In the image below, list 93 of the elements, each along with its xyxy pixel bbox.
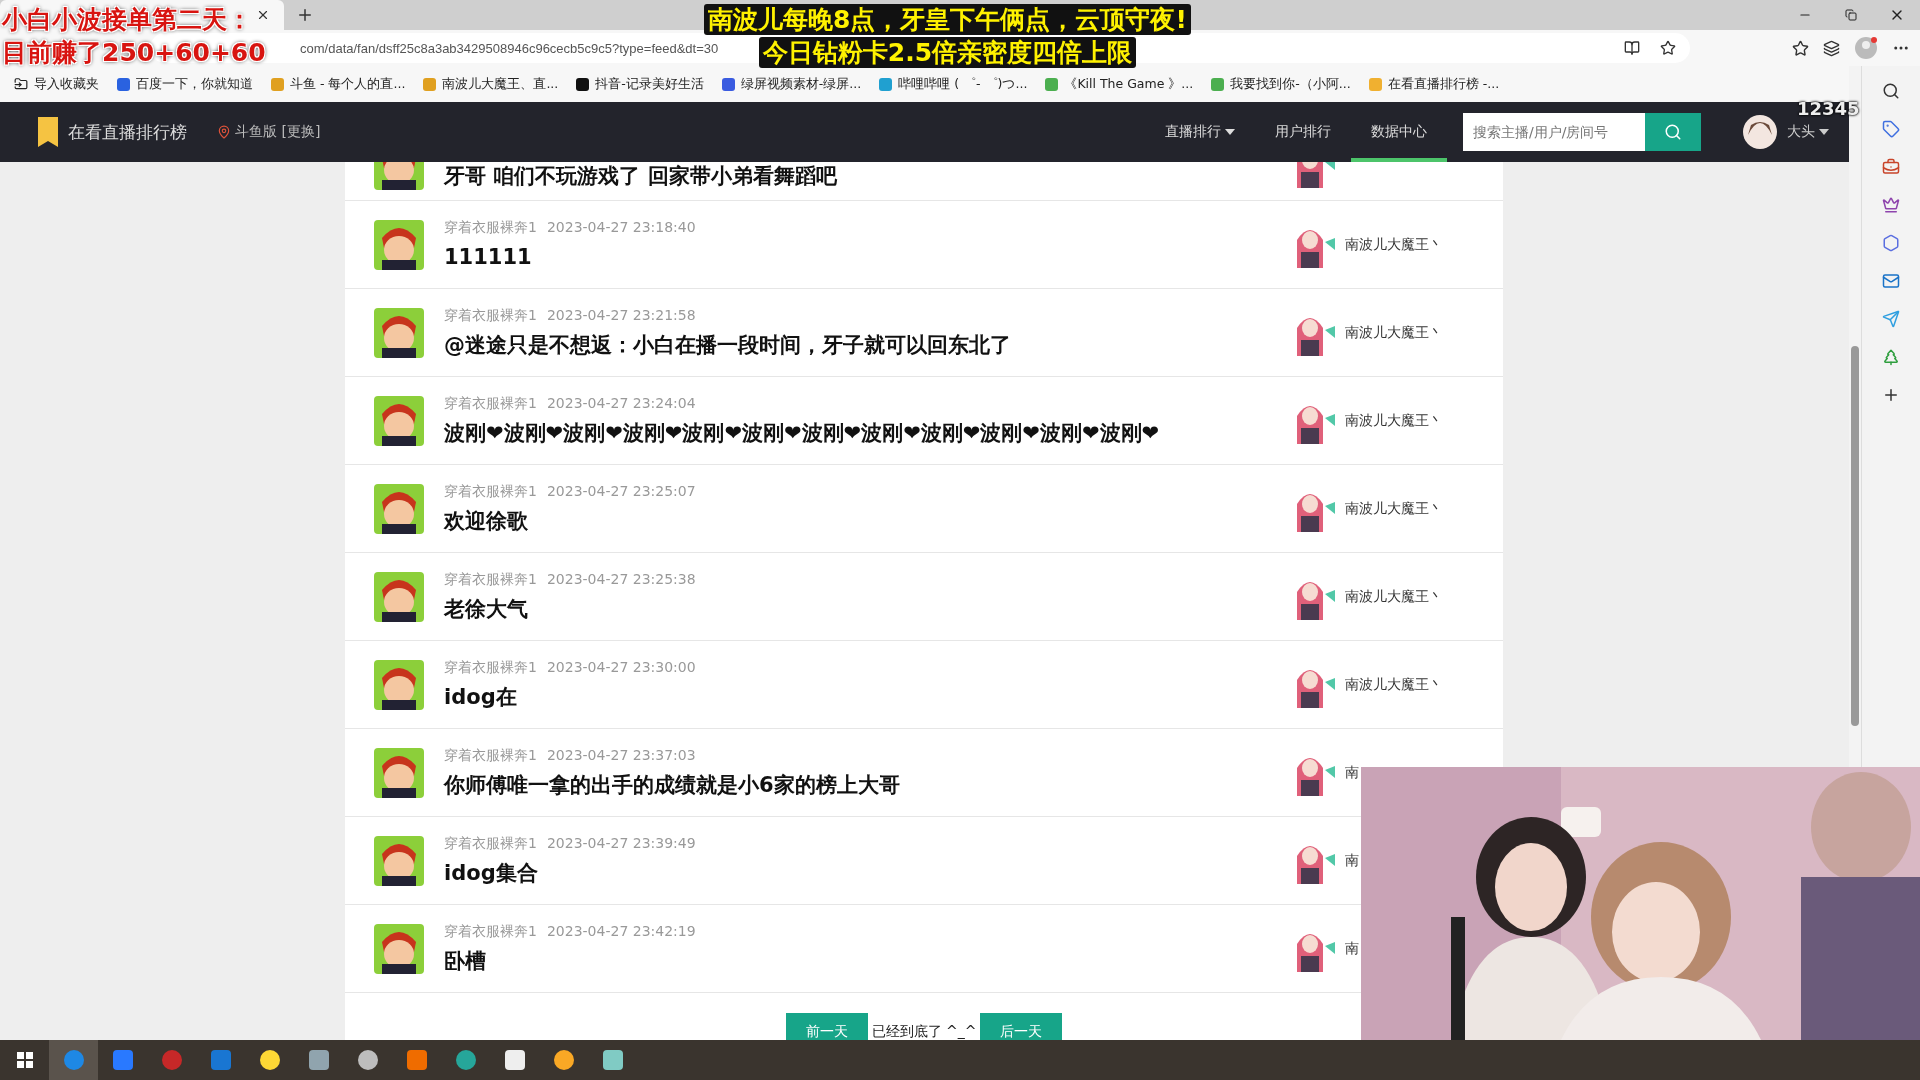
site-icon	[1211, 77, 1225, 91]
site-icon	[1368, 77, 1382, 91]
read-aloud-icon[interactable]	[1624, 40, 1640, 56]
mail-icon[interactable]	[1882, 272, 1900, 290]
user-name: 穿着衣服裸奔1	[444, 747, 537, 765]
new-tab-icon[interactable]	[296, 6, 314, 24]
overlay-caption: 南波儿每晚8点，牙皇下午俩点，云顶守夜!	[704, 4, 1191, 35]
site-icon	[1045, 77, 1059, 91]
toolbox-icon[interactable]	[1882, 158, 1900, 176]
bookmark-link[interactable]: 《Kill The Game 》...	[1045, 75, 1194, 93]
bookmark-link[interactable]: 导入收藏夹	[14, 75, 99, 93]
search-icon	[1664, 123, 1682, 141]
star-icon[interactable]	[1660, 40, 1676, 56]
paper-plane-icon[interactable]	[1882, 310, 1900, 328]
close-icon[interactable]	[256, 8, 270, 22]
site-title: 在看直播排行榜	[68, 120, 187, 144]
collections-icon[interactable]	[1823, 39, 1840, 57]
message-text: 你师傅唯一拿的出手的成绩就是小6家的榜上大哥	[444, 772, 901, 799]
anchor-name[interactable]: 南	[1345, 764, 1359, 782]
end-note: 已经到底了 ^_^	[871, 1023, 977, 1040]
tree-icon[interactable]	[1882, 348, 1900, 366]
folder-icon	[14, 77, 28, 91]
message-text: 111111	[444, 244, 533, 271]
nav-tab[interactable]: 直播排行	[1145, 102, 1255, 162]
anchor-name[interactable]: 南波儿大魔王丶	[1345, 236, 1443, 254]
anchor-name[interactable]: 南波儿大魔王丶	[1345, 500, 1443, 518]
site-icon	[117, 77, 130, 91]
favorites-icon[interactable]	[1792, 39, 1809, 57]
user-name: 穿着衣服裸奔1	[444, 219, 537, 237]
bookmark-link[interactable]: 我要找到你-（小阿...	[1211, 75, 1351, 93]
user-name: 穿着衣服裸奔1	[444, 659, 537, 677]
bookmark-link[interactable]: 百度一下，你就知道	[117, 75, 253, 93]
scrollbar[interactable]	[1851, 346, 1859, 726]
bookmark-link[interactable]: 在看直播排行榜 -...	[1368, 75, 1500, 93]
timestamp: 2023-04-27 23:21:58	[546, 307, 696, 325]
hexagon-icon[interactable]	[1882, 234, 1900, 252]
user-name: 穿着衣服裸奔1	[444, 571, 537, 589]
search-button[interactable]	[1645, 113, 1701, 151]
tag-icon[interactable]	[1882, 120, 1900, 138]
user-name: 穿着衣服裸奔1	[444, 483, 537, 501]
bookmark-link[interactable]: 哔哩哔哩 ( ゜- ゜)つ...	[879, 75, 1028, 93]
nav-tab[interactable]: 用户排行	[1255, 102, 1351, 162]
crown-icon[interactable]	[1882, 196, 1900, 214]
site-icon	[576, 77, 590, 91]
message-text: 欢迎徐歌	[444, 508, 529, 535]
profile-icon[interactable]	[1854, 36, 1878, 60]
overlay-caption: 今日钻粉卡2.5倍亲密度四倍上限	[758, 37, 1137, 68]
timestamp: 2023-04-27 23:24:04	[546, 395, 696, 413]
timestamp: 2023-04-27 23:37:03	[546, 747, 696, 765]
user-name: 穿着衣服裸奔1	[444, 307, 537, 325]
timestamp: 2023-04-27 23:30:00	[546, 659, 696, 677]
site-icon	[721, 77, 735, 91]
user-avatar-icon[interactable]	[1743, 115, 1777, 149]
message-text: @迷途只是不想返：小白在播一段时间，牙子就可以回东北了	[444, 332, 1012, 359]
timestamp: 2023-04-27 23:25:38	[546, 571, 696, 589]
bookmark-link[interactable]: 绿屏视频素材-绿屏...	[721, 75, 862, 93]
timestamp: 2023-04-27 23:18:40	[546, 219, 696, 237]
anchor-name[interactable]: 南	[1345, 940, 1359, 958]
platform-switch-link[interactable]: 斗鱼版 [更换]	[235, 123, 321, 141]
user-name: 穿着衣服裸奔1	[444, 395, 537, 413]
overlay-caption: 目前赚了250+60+60	[2, 37, 266, 68]
site-icon	[271, 77, 284, 91]
timestamp: 2023-04-27 23:42:19	[546, 923, 696, 941]
overlay-caption: 小白小波接单第二天：	[2, 4, 252, 35]
message-text: 波刚❤波刚❤波刚❤波刚❤波刚❤波刚❤波刚❤波刚❤波刚❤波刚❤波刚❤波刚❤	[444, 420, 1161, 447]
search-icon[interactable]	[1882, 82, 1900, 100]
user-name: 穿着衣服裸奔1	[444, 835, 537, 853]
anchor-name[interactable]: 南波儿大魔王丶	[1345, 676, 1443, 694]
plus-icon[interactable]	[1882, 386, 1900, 404]
anchor-name[interactable]: 南波儿大魔王丶	[1345, 588, 1443, 606]
anchor-name[interactable]: 南波儿大魔王丶	[1345, 412, 1443, 430]
caret-icon	[1225, 129, 1235, 135]
url-text[interactable]: com/data/fan/dsff25c8a3ab3429508946c96cecb5c9c5?type=feed&dt=30	[300, 40, 719, 56]
message-text: 老徐大气	[444, 596, 529, 623]
user-name: 穿着衣服裸奔1	[444, 923, 537, 941]
timestamp: 2023-04-27 23:39:49	[546, 835, 696, 853]
user-name[interactable]: 大头	[1787, 123, 1815, 141]
message-text: idog在	[444, 684, 518, 711]
bookmark-link[interactable]: 南波儿大魔王、直...	[423, 75, 559, 93]
timestamp: 2023-04-27 23:25:07	[546, 483, 696, 501]
anchor-name[interactable]: 南波儿大魔王丶	[1345, 324, 1443, 342]
site-icon	[423, 77, 437, 91]
anchor-name[interactable]: 南	[1345, 852, 1359, 870]
message-text: 牙哥 咱们不玩游戏了 回家带小弟看舞蹈吧	[444, 163, 838, 190]
bookmark-link[interactable]: 抖音-记录美好生活	[576, 75, 704, 93]
message-text: idog集合	[444, 860, 539, 887]
bookmark-icon	[38, 117, 58, 147]
location-pin-icon	[217, 125, 231, 139]
caret-icon	[1819, 129, 1829, 135]
bookmark-link[interactable]: 斗鱼 - 每个人的直...	[271, 75, 406, 93]
message-text: 卧槽	[444, 948, 487, 975]
site-icon	[879, 77, 893, 91]
search-field[interactable]: 搜索主播/用户/房间号	[1463, 113, 1645, 151]
